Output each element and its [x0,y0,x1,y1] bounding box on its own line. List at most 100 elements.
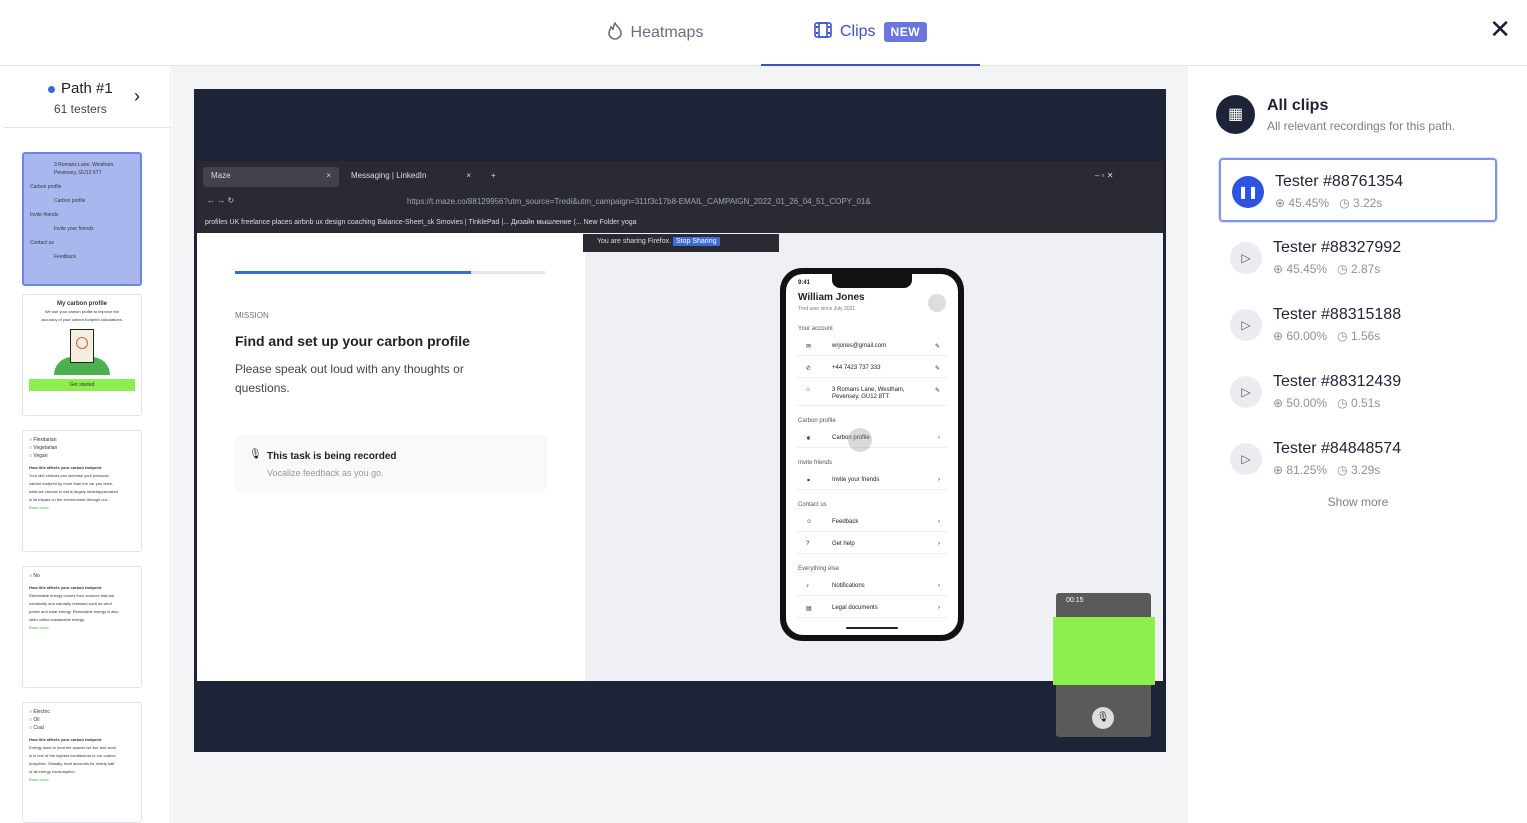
clip-stats: ⊕ 81.25% ◷ 3.29s [1273,463,1381,477]
thumb-title: My carbon profile [56,301,107,307]
thumb-line: in its impact on the environment through… [29,497,111,502]
video-player[interactable]: Maze × Messaging | LinkedIn × + – ▫ ✕ ← → … [194,89,1166,752]
chevron-right-icon: › [938,519,940,525]
browser-tab-linkedin: Messaging | LinkedIn × [351,171,471,180]
thumb-option: ○ Vegan [29,453,48,459]
stop-sharing-button: Stop Sharing [673,237,720,246]
clip-item[interactable]: ▷ Tester #84848574 ⊕ 81.25% ◷ 3.29s [1219,427,1497,491]
new-tab-icon: + [491,171,496,180]
timer-icon: ◷ [1339,196,1350,210]
play-icon[interactable]: ▷ [1230,242,1262,274]
browser-chrome: Maze × Messaging | LinkedIn × + – ▫ ✕ ← → … [197,161,1163,233]
thumb-line: Invite your friends [54,226,94,232]
help-icon: ? [806,541,810,547]
thumb-line: Energy used to heat the spaces we live a… [29,745,116,750]
profile-since: Tred user since July 2021 [798,306,856,312]
row-feedback: ☺ Feedback › [796,514,948,532]
screen-thumbnail[interactable]: ○ No How this affects your carbon footpr… [22,566,142,688]
clipboard-illustration-icon [52,327,112,375]
phone-time: 9:41 [798,280,811,286]
document-icon: ▤ [806,606,812,612]
screen-thumbnail[interactable]: My carbon profile We use your carbon pro… [22,294,142,416]
chevron-right-icon[interactable]: › [134,86,140,107]
chevron-right-icon: › [938,541,940,547]
window-controls-icon: – ▫ ✕ [1095,171,1114,180]
close-icon[interactable]: ✕ [1489,14,1511,45]
thumb-line: constantly and naturally renewed such as… [29,601,112,606]
thumb-line: Your diet choices can increase your pers… [29,473,109,478]
task-description: Please speak out loud with any thoughts … [235,362,464,395]
target-icon: ⊕ [1273,463,1284,477]
section-your-account: Your account [798,326,833,332]
thumb-line: Invite friends [30,212,59,218]
section-everything-else: Everything else [798,566,840,572]
thumb-read-more: Read more [29,505,49,510]
recording-title: This task is being recorded [267,451,397,462]
clips-panel: ▦ All clips All relevant recordings for … [1189,66,1527,823]
thumb-heading: How this affects your carbon footprint [29,737,102,742]
timer-icon: ◷ [1337,329,1348,343]
home-icon: ⌂ [806,387,810,393]
row-invite: ⚭ Invite your friends › [796,472,948,490]
timer-icon: ◷ [1337,396,1348,410]
play-icon[interactable]: ▷ [1230,443,1262,475]
clips-panel-title: All clips [1267,97,1329,114]
clip-tester-name: Tester #88761354 [1275,173,1404,190]
thumb-read-more: Read more [29,777,49,782]
screen-thumbnail[interactable]: 3 Romans Lane, Westham, Pevensey, GU12 6… [22,152,142,286]
path-dot-icon [48,85,55,93]
target-icon: ⊕ [1273,396,1284,410]
film-icon [814,21,832,43]
clip-stats: ⊕ 60.00% ◷ 1.56s [1273,329,1381,343]
tab-heatmaps[interactable]: Heatmaps [580,0,730,66]
smile-icon: ☺ [806,519,813,525]
chevron-right-icon: › [938,605,940,611]
target-icon: ⊕ [1273,329,1284,343]
thumb-line: power and solar energy. Renewable energy… [29,609,119,614]
mission-label: MISSION [235,311,269,320]
thumb-line: often called sustainable energy. [29,617,85,622]
clip-item[interactable]: ▷ Tester #88312439 ⊕ 50.00% ◷ 0.51s [1219,360,1497,424]
clip-stats: ⊕ 45.45% ◷ 3.22s [1275,196,1383,210]
row-email: ✉ wrjones@gmail.com ✎ [796,338,948,356]
clip-stats: ⊕ 50.00% ◷ 0.51s [1273,396,1381,410]
thumb-line: Feedback [54,254,76,260]
webcam-timer: 00:15 [1066,597,1084,604]
row-phone: ✆ +44 7423 737 333 ✎ [796,360,948,378]
screen-thumbnail[interactable]: ○ Electric ○ Oil ○ Coal How this affects… [22,702,142,823]
edit-icon: ✎ [934,344,940,350]
timer-icon: ◷ [1337,262,1348,276]
bell-icon: ♪ [806,583,809,589]
clip-item[interactable]: ❚❚ Tester #88761354 ⊕ 45.45% ◷ 3.22s [1219,158,1497,222]
thumb-option: ○ Vegetarian [29,445,58,451]
show-more-link[interactable]: Show more [1189,495,1527,509]
thumb-line: Carbon profile [30,184,62,190]
chevron-right-icon: › [938,583,940,589]
home-indicator [846,627,898,629]
thumb-line: of all energy consumption. [29,769,76,774]
thumb-line: Pevensey, GU12 6TT [54,170,102,176]
target-icon: ⊕ [1275,196,1286,210]
video-area: Maze × Messaging | LinkedIn × + – ▫ ✕ ← → … [172,66,1188,823]
path-title-label: Path #1 [61,80,113,97]
clip-item[interactable]: ▷ Tester #88315188 ⊕ 60.00% ◷ 1.56s [1219,293,1497,357]
pause-icon[interactable]: ❚❚ [1232,176,1264,208]
clips-panel-subtitle: All relevant recordings for this path. [1267,119,1456,133]
avatar [928,294,946,312]
tab-clips[interactable]: Clips NEW [761,0,980,66]
phone-prototype: 9:41 William Jones Tred user since July … [780,268,964,641]
leaf-icon: ❦ [806,436,812,442]
clip-item[interactable]: ▷ Tester #88327992 ⊕ 45.45% ◷ 2.87s [1219,226,1497,290]
play-icon[interactable]: ▷ [1230,376,1262,408]
clip-tester-name: Tester #88312439 [1273,373,1402,390]
row-carbon-profile: ❦ Carbon profile › [796,430,948,448]
play-icon[interactable]: ▷ [1230,309,1262,341]
section-contact: Contact us [798,502,827,508]
heatmap-flame-icon [607,20,623,45]
thumb-read-more: Read more [29,625,49,630]
path-selector[interactable]: Path #1 61 testers › [4,66,170,128]
screen-thumbnail[interactable]: ○ Flexitarian ○ Vegetarian ○ Vegan How t… [22,430,142,552]
phone-notch [832,274,912,288]
section-carbon: Carbon profile [798,418,836,424]
timer-icon: ◷ [1337,463,1348,477]
